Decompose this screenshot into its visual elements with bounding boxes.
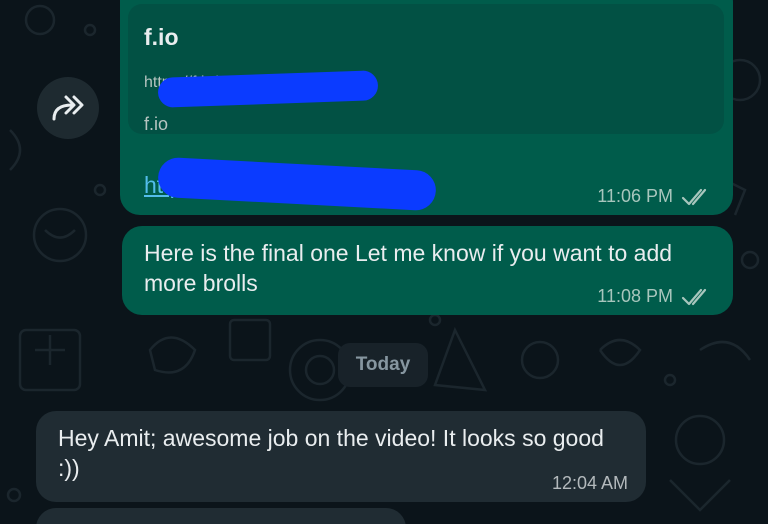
link-preview-domain: f.io <box>144 114 169 134</box>
forward-icon <box>52 95 84 121</box>
link-preview-title: f.io <box>144 24 179 50</box>
message-time: 11:08 PM <box>597 286 673 306</box>
link-preview-card[interactable]: f.io https://f.io/UOCk f.io <box>128 4 724 134</box>
message-text: Hey Amit; awesome job on the video! It l… <box>58 425 604 481</box>
message-time: 11:06 PM <box>597 186 673 206</box>
message-meta: 12:04 AM <box>552 473 628 494</box>
outgoing-message[interactable]: Here is the final one Let me know if you… <box>122 226 733 315</box>
date-divider: Today <box>338 343 428 387</box>
forward-button[interactable] <box>37 77 99 139</box>
message-time: 12:04 AM <box>551 473 628 493</box>
double-check-icon <box>681 288 707 305</box>
double-check-icon <box>681 188 707 205</box>
message-meta: 11:08 PM <box>597 286 715 307</box>
incoming-message-partial[interactable] <box>36 508 406 524</box>
incoming-message[interactable]: Hey Amit; awesome job on the video! It l… <box>36 411 646 502</box>
message-meta: 11:06 PM <box>597 186 715 207</box>
outgoing-link-message[interactable]: f.io https://f.io/UOCk f.io https://f.io… <box>120 0 733 215</box>
redaction-mark <box>157 156 437 212</box>
chat-area: f.io https://f.io/UOCk f.io https://f.io… <box>0 0 768 524</box>
redaction-mark <box>157 70 379 108</box>
